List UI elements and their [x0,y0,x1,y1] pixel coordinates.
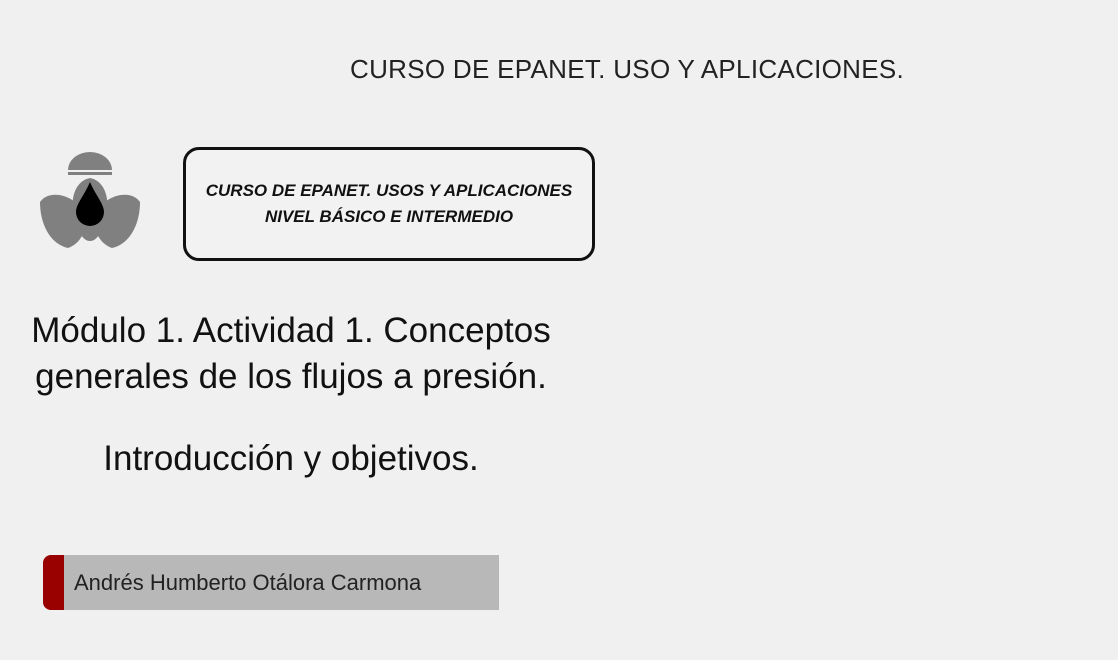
presentation-header-title: CURSO DE EPANET. USO Y APLICACIONES. [350,54,905,84]
course-box-line-1: CURSO DE EPANET. USOS Y APLICACIONES [205,181,573,200]
course-title-box: CURSO DE EPANET. USOS Y APLICACIONES NIV… [183,147,595,261]
section-subtitle: Introducción y objetivos. [103,439,479,478]
module-title-line-1: Módulo 1. Actividad 1. Conceptos [31,311,551,350]
course-box-line-2: NIVEL BÁSICO E INTERMEDIO [264,207,514,226]
module-title: Módulo 1. Actividad 1. Conceptos general… [20,308,562,400]
author-bar: Andrés Humberto Otálora Carmona [43,555,499,610]
water-drop-leaves-logo-icon [40,152,140,248]
module-title-line-2: generales de los flujos a presión. [35,357,547,396]
author-accent-stripe [43,555,64,610]
author-name: Andrés Humberto Otálora Carmona [74,570,422,595]
